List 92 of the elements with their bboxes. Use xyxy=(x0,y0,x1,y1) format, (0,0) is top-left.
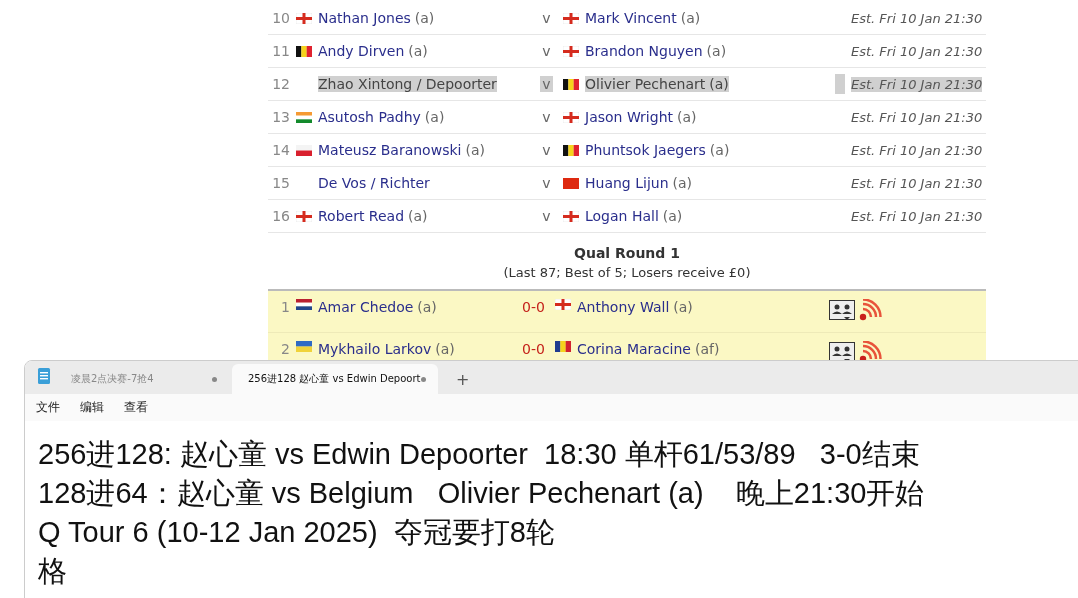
scheduled-time: Est. Fri 10 Jan 21:30 xyxy=(851,109,983,125)
scheduled-time: Est. Fri 10 Jan 21:30 xyxy=(851,208,983,224)
player-status: (a) xyxy=(414,10,435,26)
match-number: 14 xyxy=(271,142,290,158)
versus-label: v xyxy=(541,109,552,125)
player-link[interactable]: De Vos / Richter xyxy=(318,175,430,191)
text-line: Q Tour 6 (10-12 Jan 2025) 夺冠要打8轮 xyxy=(38,515,556,550)
player-link[interactable]: Phuntsok Jaegers xyxy=(585,142,706,158)
match-number: 2 xyxy=(280,341,290,357)
player-link[interactable]: Mykhailo Larkov xyxy=(318,341,432,357)
player-link[interactable]: Brandon Nguyen xyxy=(585,43,703,59)
player-status: (a) xyxy=(408,43,428,59)
flag-icon xyxy=(563,210,579,222)
player-link[interactable]: Logan Hall xyxy=(585,208,659,224)
scheduled-time: Est. Fri 10 Jan 21:30 xyxy=(851,10,983,26)
match-number: 13 xyxy=(271,109,290,125)
tab[interactable]: 256进128 赵心童 vs Edwin Depoort xyxy=(232,364,438,394)
match-number: 11 xyxy=(271,43,290,59)
versus-label: v xyxy=(541,43,552,59)
match-number: 15 xyxy=(271,175,290,191)
versus-label: v xyxy=(540,76,553,92)
text-line: 128进64：赵心童 vs Belgium Olivier Pechenart (a) 晚上21:30开始 xyxy=(38,476,926,511)
player-status: (a) xyxy=(465,142,485,158)
match-number: 10 xyxy=(271,10,290,26)
player-status: (a) xyxy=(408,208,428,224)
round-details: (Last 87; Best of 5; Losers receive £0) xyxy=(502,264,752,282)
player-status: (a) xyxy=(680,10,701,26)
text-line: 256进128: 赵心童 vs Edwin Depoorter 18:30 单杆61/53/89 3-0结束 xyxy=(38,437,921,472)
player-status: (a) xyxy=(672,175,693,191)
live-icon xyxy=(859,299,883,321)
match-number: 1 xyxy=(280,299,290,315)
flag-icon xyxy=(563,177,579,189)
flag-icon xyxy=(296,210,312,222)
player-link[interactable]: Mateusz Baranowski xyxy=(318,142,462,158)
live-icon xyxy=(859,341,883,363)
flag-icon xyxy=(563,78,579,90)
match-score: 0-0 xyxy=(522,341,546,357)
match-score: 0-0 xyxy=(522,299,546,315)
player-link[interactable]: Huang Lijun xyxy=(585,175,669,191)
player-status: (a) xyxy=(435,341,455,357)
player-link[interactable]: Zhao Xintong / Depoorter xyxy=(318,76,497,92)
match-number: 16 xyxy=(271,208,290,224)
scheduled-time: Est. Fri 10 Jan 21:30 xyxy=(851,175,983,191)
versus-label: v xyxy=(541,142,552,158)
player-link[interactable]: Anthony Wall xyxy=(577,299,670,315)
scheduled-time: Est. Fri 10 Jan 21:30 xyxy=(851,142,983,158)
flag-icon xyxy=(296,299,312,310)
video-icon xyxy=(829,300,855,320)
match-number: 12 xyxy=(271,76,290,92)
flag-icon xyxy=(563,12,579,24)
player-status: (af) xyxy=(694,341,720,357)
versus-label: v xyxy=(541,10,552,26)
menu-item[interactable]: 文件 xyxy=(36,399,60,416)
player-status: (a) xyxy=(706,43,727,59)
text-area[interactable]: 256进128: 赵心童 vs Edwin Depoorter 18:30 单杆61/53/89 3-0结束 128进64：赵心童 vs Belgium Olivier Pechenart (a) 晚上21:30开始 Q Tour 6 (10-12 Jan 2025) 夺冠要打8轮 格 xyxy=(25,421,1078,598)
flag-icon xyxy=(296,45,312,57)
player-link[interactable]: Mark Vincent xyxy=(585,10,677,26)
player-status: (a) xyxy=(677,109,697,125)
flag-icon xyxy=(563,111,579,123)
flag-icon xyxy=(296,111,312,123)
player-link[interactable]: Olivier Pechenart xyxy=(585,76,706,92)
selection-highlight xyxy=(835,74,845,94)
player-status: (a) xyxy=(705,76,729,92)
menu-item[interactable]: 查看 xyxy=(124,399,148,416)
player-status: (a) xyxy=(662,208,683,224)
flag-icon xyxy=(296,341,312,352)
text-line: 格 xyxy=(38,554,68,589)
player-link[interactable]: Jason Wright xyxy=(585,109,673,125)
player-link[interactable]: Nathan Jones xyxy=(318,10,411,26)
flag-icon xyxy=(555,341,571,352)
versus-label: v xyxy=(541,208,552,224)
round-title: Qual Round 1 xyxy=(573,244,681,263)
player-status: (a) xyxy=(424,109,445,125)
versus-label: v xyxy=(541,175,552,191)
flag-icon xyxy=(563,144,579,156)
scheduled-time: Est. Fri 10 Jan 21:30 xyxy=(851,76,983,92)
player-link[interactable]: Andy Dirven xyxy=(318,43,405,59)
player-link[interactable]: Corina Maracine xyxy=(577,341,691,357)
flag-icon xyxy=(296,12,312,24)
notepad-icon xyxy=(37,367,51,385)
player-status: (a) xyxy=(709,142,730,158)
flag-icon xyxy=(563,45,579,57)
player-status: (a) xyxy=(673,299,693,315)
new-tab-button[interactable]: + xyxy=(450,364,476,394)
flag-icon xyxy=(296,144,312,156)
player-status: (a) xyxy=(417,299,437,315)
player-link[interactable]: Asutosh Padhy xyxy=(318,109,421,125)
menu-item[interactable]: 编辑 xyxy=(80,399,104,416)
scheduled-time: Est. Fri 10 Jan 21:30 xyxy=(851,43,983,59)
player-link[interactable]: Robert Read xyxy=(318,208,405,224)
flag-icon xyxy=(555,299,571,310)
player-link[interactable]: Amar Chedoe xyxy=(318,299,414,315)
